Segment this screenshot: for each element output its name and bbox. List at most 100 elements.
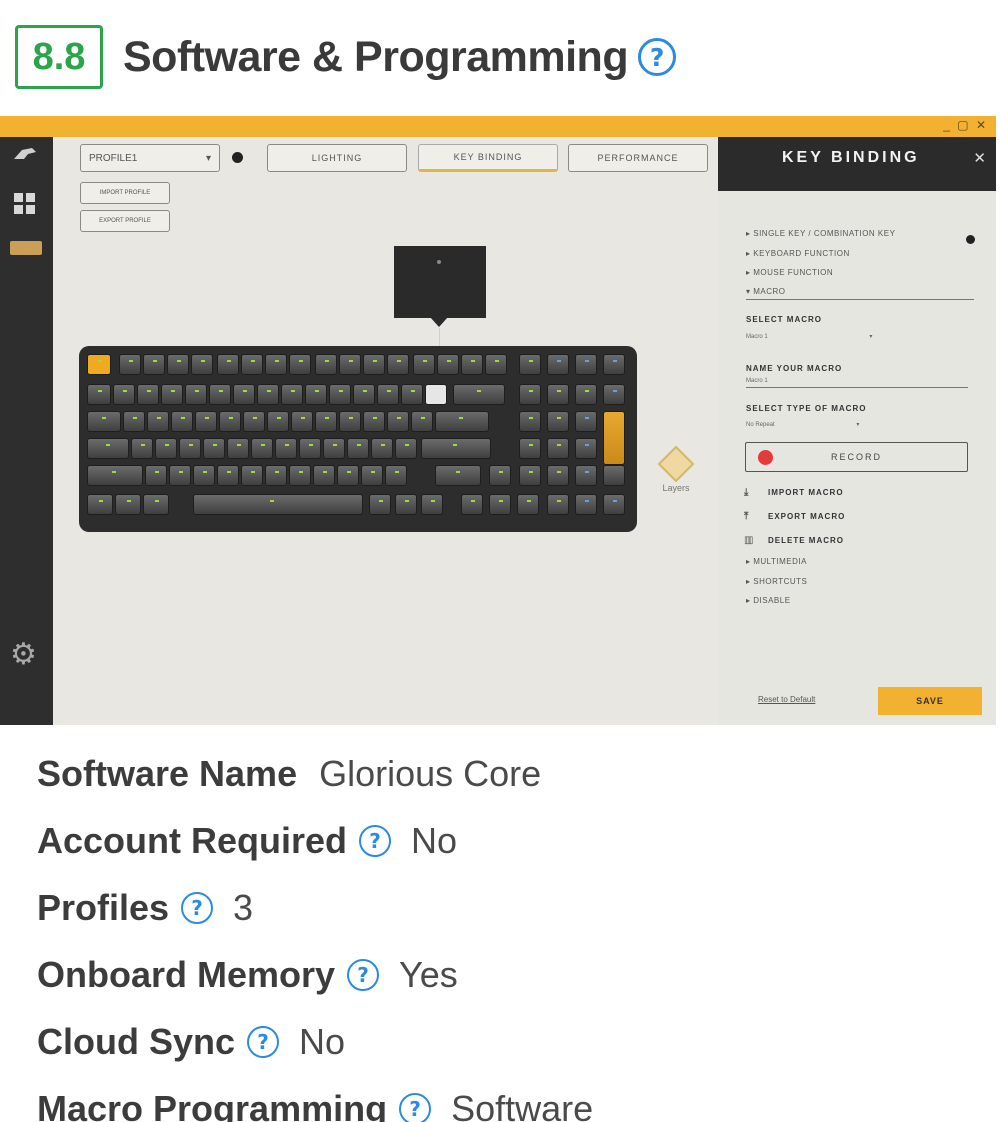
keycap[interactable] (251, 438, 273, 459)
keycap[interactable] (413, 354, 435, 375)
keycap[interactable] (339, 354, 361, 375)
keycap[interactable] (489, 465, 511, 486)
window-controls[interactable]: _ ▢ ✕ (943, 118, 988, 132)
keycap[interactable] (547, 438, 569, 459)
keycap[interactable] (167, 354, 189, 375)
keycap[interactable] (575, 411, 597, 432)
keycap[interactable] (547, 494, 569, 515)
keycap[interactable] (195, 411, 217, 432)
profile-select[interactable]: PROFILE1 ▾ (80, 144, 220, 172)
keycap[interactable] (517, 494, 539, 515)
keycap[interactable] (113, 384, 135, 405)
option-multimedia[interactable]: ▸ MULTIMEDIA (746, 557, 807, 566)
keycap[interactable] (87, 494, 113, 515)
tab-performance[interactable]: PERFORMANCE (568, 144, 708, 172)
keycap[interactable] (265, 354, 287, 375)
keycap[interactable] (337, 465, 359, 486)
layers-button[interactable]: Layers (656, 445, 696, 493)
keycap[interactable] (241, 354, 263, 375)
keycap[interactable] (461, 494, 483, 515)
keycap[interactable] (179, 438, 201, 459)
keycap[interactable] (519, 465, 541, 486)
keycap[interactable] (421, 438, 491, 459)
keycap[interactable] (323, 438, 345, 459)
keycap[interactable] (87, 384, 111, 405)
keycap[interactable] (339, 411, 361, 432)
keycap[interactable] (257, 384, 279, 405)
keycap[interactable] (603, 465, 625, 486)
keycap[interactable] (169, 465, 191, 486)
option-macro[interactable]: ▾ MACRO (746, 287, 786, 296)
keycap[interactable] (575, 354, 597, 375)
help-icon[interactable]: ? (399, 1092, 432, 1122)
keycap[interactable] (411, 411, 433, 432)
keycap[interactable] (369, 494, 391, 515)
record-button[interactable]: RECORD (745, 442, 968, 472)
keycap[interactable] (363, 354, 385, 375)
keycap[interactable] (575, 465, 597, 486)
keycap[interactable] (87, 438, 129, 459)
keycap[interactable] (315, 411, 337, 432)
keycap[interactable] (603, 494, 625, 515)
keycap[interactable] (395, 494, 417, 515)
keycap[interactable] (347, 438, 369, 459)
keycap[interactable] (119, 354, 141, 375)
keycap[interactable] (387, 411, 409, 432)
keycap[interactable] (217, 354, 239, 375)
close-icon[interactable]: ✕ (973, 149, 986, 167)
info-icon[interactable] (966, 235, 975, 244)
keyboard-device-icon[interactable] (10, 241, 42, 255)
keycap[interactable] (123, 411, 145, 432)
keycap[interactable] (265, 465, 287, 486)
keycap[interactable] (363, 411, 385, 432)
keycap[interactable] (547, 354, 569, 375)
keycap[interactable] (289, 354, 311, 375)
keycap[interactable] (575, 438, 597, 459)
keycap[interactable] (603, 411, 625, 465)
help-icon[interactable]: ? (247, 1025, 280, 1058)
keycap[interactable] (137, 384, 159, 405)
keycap[interactable] (353, 384, 375, 405)
keycap[interactable] (241, 465, 263, 486)
keycap[interactable] (435, 411, 489, 432)
keycap[interactable] (289, 465, 311, 486)
help-icon[interactable]: ? (181, 891, 214, 924)
help-icon[interactable]: ? (347, 958, 380, 991)
keycap[interactable] (267, 411, 289, 432)
keycap[interactable] (305, 384, 327, 405)
dashboard-grid-icon[interactable] (14, 193, 35, 214)
keycap[interactable] (461, 354, 483, 375)
option-shortcuts[interactable]: ▸ SHORTCUTS (746, 577, 807, 586)
reset-to-default-link[interactable]: Reset to Default (758, 695, 815, 704)
keycap[interactable] (209, 384, 231, 405)
keycap[interactable] (519, 411, 541, 432)
keycap[interactable] (519, 384, 541, 405)
option-single-key[interactable]: ▸ SINGLE KEY / COMBINATION KEY (746, 229, 895, 238)
keycap[interactable] (361, 465, 383, 486)
keycap[interactable] (191, 354, 213, 375)
keycap[interactable] (193, 465, 215, 486)
import-macro-button[interactable]: ⤓ IMPORT MACRO (744, 487, 844, 498)
keycap[interactable] (547, 411, 569, 432)
keycap[interactable] (425, 384, 447, 405)
option-keyboard-function[interactable]: ▸ KEYBOARD FUNCTION (746, 249, 850, 258)
keycap[interactable] (437, 354, 459, 375)
keycap[interactable] (193, 494, 363, 515)
keycap[interactable] (227, 438, 249, 459)
keycap[interactable] (401, 384, 423, 405)
settings-gear-icon[interactable]: ⚙ (10, 637, 37, 672)
name-macro-input[interactable]: Macro 1 (746, 378, 768, 384)
tab-key-binding[interactable]: KEY BINDING (418, 144, 558, 172)
keycap[interactable] (131, 438, 153, 459)
keycap[interactable] (485, 354, 507, 375)
keycap[interactable] (299, 438, 321, 459)
keycap[interactable] (155, 438, 177, 459)
keycap[interactable] (219, 411, 241, 432)
keycap[interactable] (281, 384, 303, 405)
keycap[interactable] (385, 465, 407, 486)
keycap[interactable] (519, 438, 541, 459)
keycap[interactable] (489, 494, 511, 515)
keycap[interactable] (291, 411, 313, 432)
keycap[interactable] (315, 354, 337, 375)
keycap[interactable] (547, 465, 569, 486)
